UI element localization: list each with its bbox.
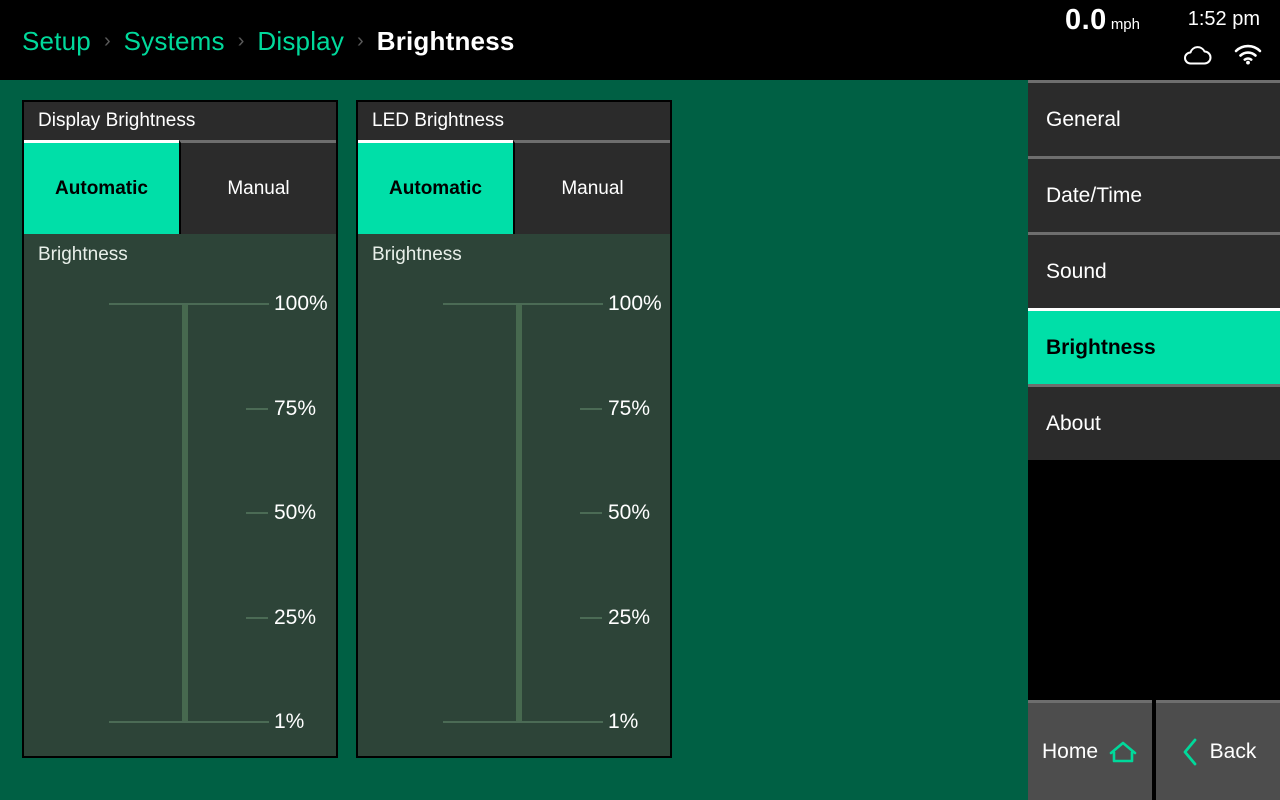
status-area: 0.0 mph 1:52 pm bbox=[980, 0, 1280, 80]
brightness-slider[interactable]: 100% 75% 50% 25% 1% bbox=[24, 292, 336, 733]
sidebar-item-brightness[interactable]: Brightness bbox=[1028, 308, 1280, 384]
led-brightness-panel: LED Brightness Automatic Manual Brightne… bbox=[356, 100, 672, 758]
slider-tick-line bbox=[443, 303, 603, 305]
sidebar-item-label: About bbox=[1046, 411, 1101, 435]
slider-tick-label: 25% bbox=[274, 605, 317, 629]
sidebar-item-label: General bbox=[1046, 107, 1121, 131]
speed-value: 0.0 bbox=[1064, 4, 1107, 36]
slider-tick-line bbox=[109, 303, 269, 305]
slider-tick-line bbox=[580, 616, 602, 619]
brightness-label: Brightness bbox=[38, 244, 128, 265]
brightness-slider[interactable]: 100% 75% 50% 25% 1% bbox=[358, 292, 670, 733]
main-content: Display Brightness Automatic Manual Brig… bbox=[0, 80, 1028, 800]
tab-automatic[interactable]: Automatic bbox=[358, 140, 513, 234]
panel-title: LED Brightness bbox=[358, 102, 670, 140]
sidebar-item-about[interactable]: About bbox=[1028, 384, 1280, 460]
slider-tick: 50% bbox=[358, 501, 670, 524]
brightness-label: Brightness bbox=[372, 244, 462, 265]
speedometer-readout: 0.0 mph bbox=[980, 4, 1140, 37]
slider-tick-label: 75% bbox=[608, 396, 651, 420]
clock-label: 1:52 pm bbox=[1187, 8, 1260, 30]
breadcrumb: Setup › Systems › Display › Brightness bbox=[22, 22, 515, 60]
slider-tick-line bbox=[246, 616, 268, 619]
slider-tick: 1% bbox=[358, 710, 670, 733]
back-button-label: Back bbox=[1209, 739, 1257, 763]
settings-sidebar: General Date/Time Sound Brightness About Hom… bbox=[1028, 80, 1280, 800]
slider-tick-line bbox=[246, 512, 268, 514]
tab-manual[interactable]: Manual bbox=[513, 140, 670, 234]
slider-tick: 50% bbox=[24, 501, 336, 524]
tab-automatic-label: Automatic bbox=[389, 177, 482, 199]
chevron-left-icon bbox=[1180, 737, 1200, 767]
tab-manual-label: Manual bbox=[227, 177, 290, 199]
panel-body: Brightness 100% 75% 50% 25% 1% bbox=[24, 234, 336, 756]
slider-tick-line bbox=[580, 407, 602, 410]
slider-tick-line bbox=[580, 512, 602, 514]
breadcrumb-separator: › bbox=[237, 30, 245, 52]
sidebar-item-general[interactable]: General bbox=[1028, 80, 1280, 156]
slider-tick-label: 50% bbox=[608, 501, 651, 524]
slider-tick: 100% bbox=[358, 292, 670, 315]
tab-automatic[interactable]: Automatic bbox=[24, 140, 179, 234]
slider-tick-label: 100% bbox=[608, 292, 662, 315]
tab-manual[interactable]: Manual bbox=[179, 140, 336, 234]
slider-tick: 100% bbox=[24, 292, 336, 315]
back-button[interactable]: Back bbox=[1156, 700, 1280, 800]
slider-tick-label: 1% bbox=[274, 710, 305, 733]
sidebar-item-date-time[interactable]: Date/Time bbox=[1028, 156, 1280, 232]
home-button[interactable]: Home bbox=[1028, 700, 1152, 800]
breadcrumb-separator: › bbox=[357, 30, 364, 52]
display-brightness-panel: Display Brightness Automatic Manual Brig… bbox=[22, 100, 338, 758]
breadcrumb-item-setup[interactable]: Setup bbox=[22, 22, 91, 60]
sidebar-item-label: Date/Time bbox=[1046, 183, 1143, 207]
slider-tick-label: 1% bbox=[608, 710, 639, 733]
slider-tick: 25% bbox=[358, 605, 670, 629]
breadcrumb-item-display[interactable]: Display bbox=[257, 22, 344, 60]
breadcrumb-separator: › bbox=[103, 30, 111, 52]
slider-tick-line bbox=[246, 407, 268, 410]
panel-body: Brightness 100% 75% 50% 25% 1% bbox=[358, 234, 670, 756]
sidebar-item-sound[interactable]: Sound bbox=[1028, 232, 1280, 308]
speed-unit: mph bbox=[1110, 16, 1140, 33]
mode-tab-group: Automatic Manual bbox=[24, 140, 336, 234]
sidebar-item-label: Brightness bbox=[1046, 335, 1156, 359]
top-header-bar: Setup › Systems › Display › Brightness 0.0 mph … bbox=[0, 0, 1280, 80]
slider-tick-label: 50% bbox=[274, 501, 317, 524]
slider-tick: 75% bbox=[358, 396, 670, 420]
breadcrumb-item-systems[interactable]: Systems bbox=[124, 22, 225, 60]
nav-button-bar: Home Back bbox=[1028, 700, 1280, 800]
slider-tick: 1% bbox=[24, 710, 336, 733]
breadcrumb-item-brightness: Brightness bbox=[376, 26, 515, 56]
sidebar-item-label: Sound bbox=[1046, 259, 1107, 283]
slider-tick-label: 100% bbox=[274, 292, 328, 315]
slider-tick-label: 75% bbox=[274, 396, 317, 420]
tab-automatic-label: Automatic bbox=[55, 177, 148, 199]
app-root: Setup › Systems › Display › Brightness 0.0 mph … bbox=[0, 0, 1280, 800]
slider-tick-label: 25% bbox=[608, 605, 651, 629]
slider-tick: 25% bbox=[24, 605, 336, 629]
slider-tick-line bbox=[109, 721, 269, 723]
slider-tick: 75% bbox=[24, 396, 336, 420]
tab-manual-label: Manual bbox=[561, 177, 624, 199]
panel-title: Display Brightness bbox=[24, 102, 336, 140]
sidebar-menu: General Date/Time Sound Brightness About bbox=[1028, 80, 1280, 460]
mode-tab-group: Automatic Manual bbox=[358, 140, 670, 234]
home-icon bbox=[1108, 739, 1138, 765]
wifi-icon bbox=[1234, 44, 1262, 65]
slider-tick-line bbox=[443, 721, 603, 723]
home-button-label: Home bbox=[1041, 739, 1099, 763]
cloud-icon bbox=[1182, 44, 1212, 65]
status-icon-tray bbox=[1182, 44, 1262, 65]
